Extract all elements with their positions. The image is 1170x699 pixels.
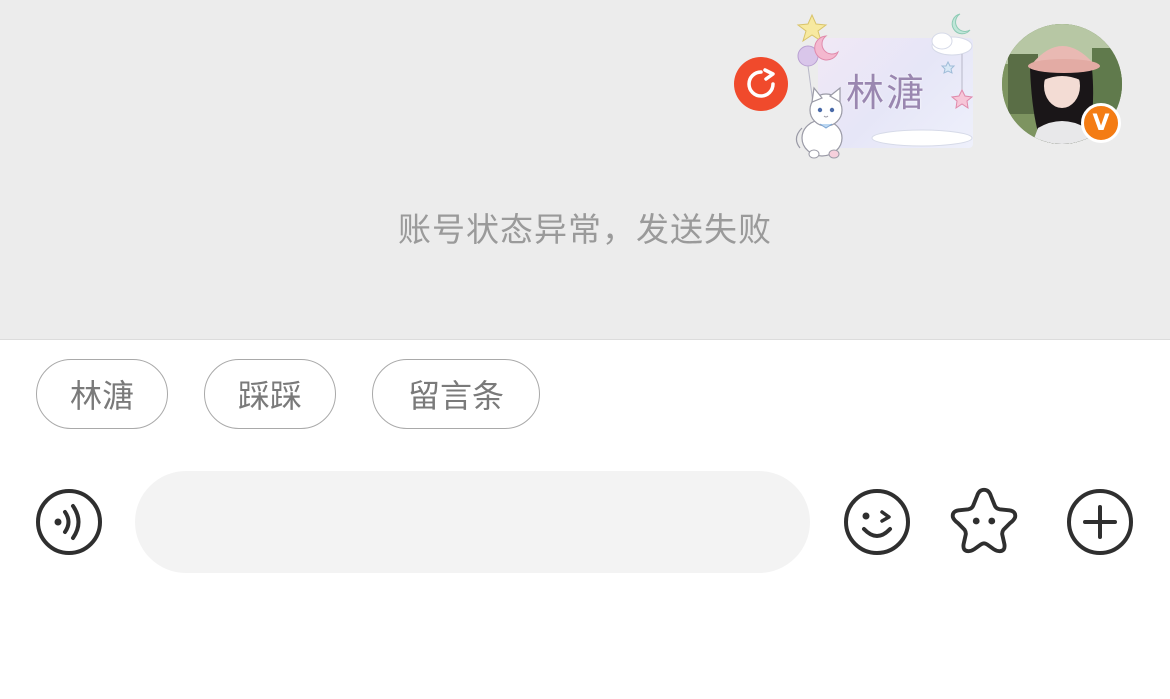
emoji-icon	[844, 489, 910, 555]
retry-icon	[747, 68, 775, 98]
quick-reply-chip[interactable]: 踩踩	[204, 359, 336, 429]
quick-reply-chip[interactable]: 林溏	[36, 359, 168, 429]
message-text: 林溏	[846, 71, 927, 115]
voice-button[interactable]	[33, 486, 105, 558]
system-notice: 账号状态异常，发送失败	[398, 210, 772, 249]
emoji-button[interactable]	[841, 486, 913, 558]
plus-icon	[1067, 489, 1133, 555]
more-button[interactable]	[1064, 486, 1136, 558]
sticker-button[interactable]	[948, 484, 1020, 556]
star-sticker-icon	[950, 487, 1018, 554]
resend-button[interactable]	[734, 57, 788, 111]
verified-badge: V	[1081, 103, 1121, 143]
voice-icon	[36, 489, 102, 555]
chat-area: 林溏 V 账号状态异常，发送失败	[0, 0, 1170, 340]
message-input[interactable]	[135, 471, 810, 573]
message-bubble[interactable]: 林溏	[792, 10, 984, 162]
quick-reply-chip[interactable]: 留言条	[372, 359, 540, 429]
